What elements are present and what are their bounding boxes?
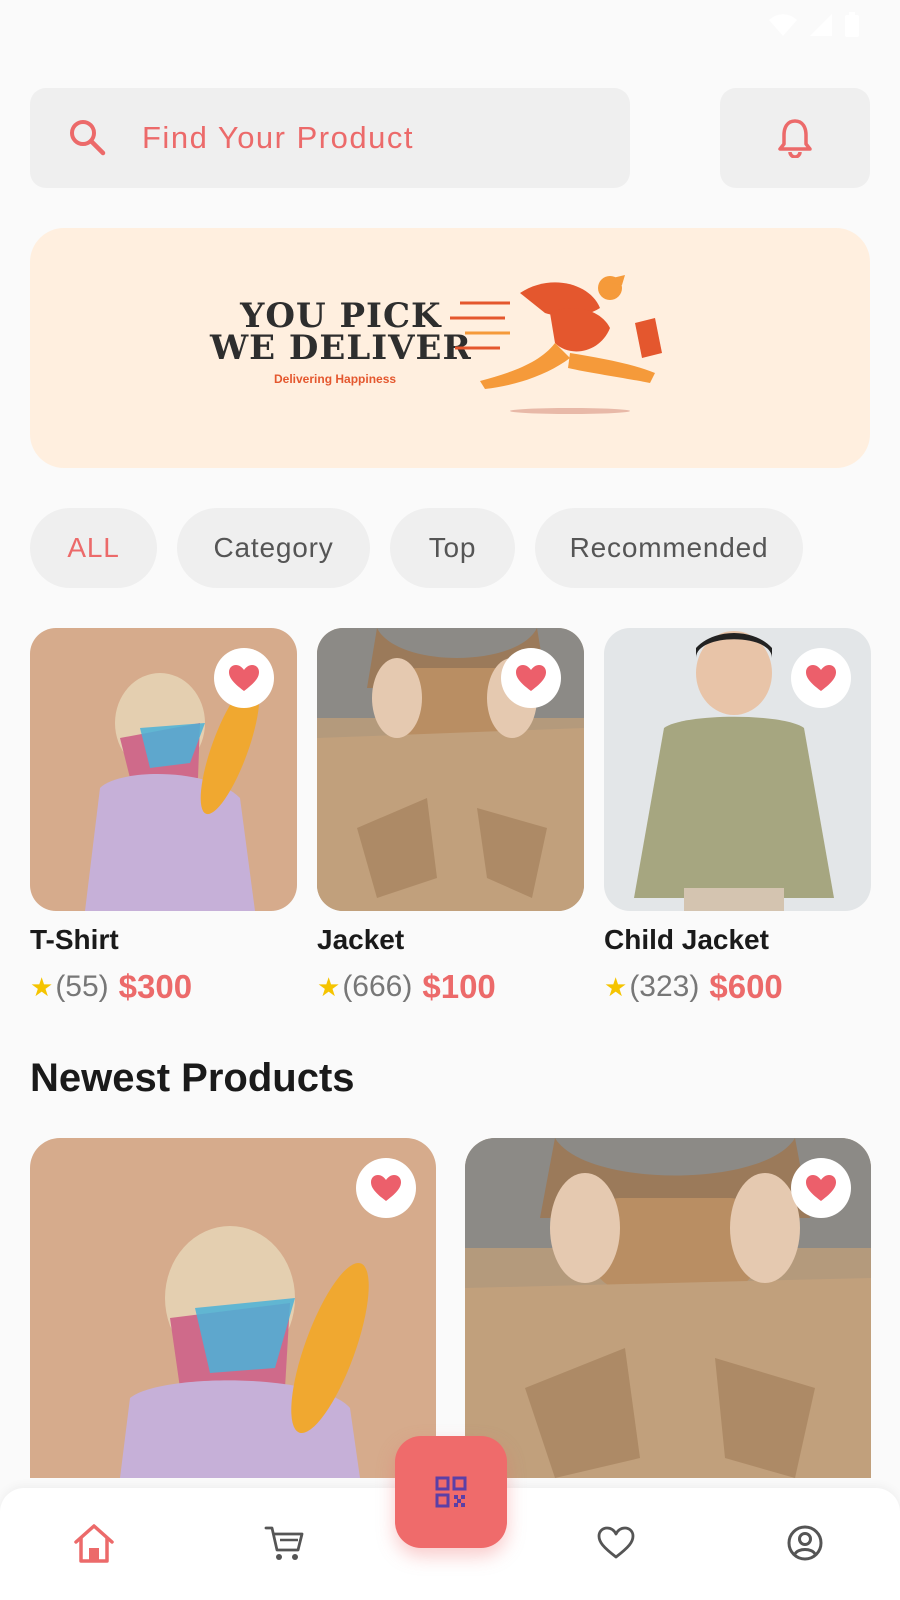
chip-recommended[interactable]: Recommended (535, 508, 803, 588)
notification-button[interactable] (720, 88, 870, 188)
star-icon: ★ (30, 971, 54, 1002)
banner-title: YOU PICK WE DELIVER (210, 299, 472, 368)
nav-cart[interactable] (259, 1518, 309, 1568)
scan-qr-button[interactable] (395, 1436, 507, 1548)
product-image[interactable] (317, 628, 584, 911)
product-price: $600 (709, 968, 783, 1005)
heart-icon (371, 1175, 401, 1201)
status-bar: 11:48 (0, 0, 900, 50)
review-count: (323) (629, 970, 700, 1003)
search-box[interactable] (30, 88, 630, 188)
product-name: Child Jacket (604, 924, 769, 955)
battery-icon (845, 12, 859, 37)
review-count: (55) (55, 970, 109, 1003)
search-icon (70, 120, 106, 156)
cart-icon (264, 1526, 304, 1560)
chip-category[interactable]: Category (177, 508, 370, 588)
product-image[interactable] (604, 628, 871, 911)
heart-icon (229, 665, 259, 691)
profile-icon (787, 1525, 823, 1561)
product-image[interactable] (30, 628, 297, 911)
chip-all[interactable]: ALL (30, 508, 157, 588)
review-count: (666) (342, 970, 413, 1003)
search-input[interactable] (142, 112, 602, 164)
product-meta: ★ (55) $300 (30, 968, 192, 1006)
favorite-button[interactable] (214, 648, 274, 708)
heart-icon (516, 665, 546, 691)
favorite-button[interactable] (501, 648, 561, 708)
nav-home[interactable] (69, 1518, 119, 1568)
product-price: $300 (118, 968, 193, 1005)
favorite-button[interactable] (356, 1158, 416, 1218)
favorite-button[interactable] (791, 1158, 851, 1218)
favorite-button[interactable] (791, 648, 851, 708)
star-icon: ★ (317, 971, 341, 1002)
signal-icon (810, 14, 832, 36)
status-time: 11:48 (30, 10, 111, 43)
status-icons (768, 12, 860, 38)
heart-outline-icon (597, 1526, 635, 1559)
product-price: $100 (422, 968, 496, 1005)
heart-icon (806, 665, 836, 691)
banner-tagline: Delivering Happiness (274, 372, 397, 386)
product-meta: ★ (323) $600 (604, 968, 783, 1006)
product-meta: ★ (666) $100 (317, 968, 496, 1006)
newest-product-card[interactable] (30, 1138, 436, 1478)
nav-favorites[interactable] (591, 1518, 641, 1568)
chip-top[interactable]: Top (390, 508, 515, 588)
delivery-runner-illustration (450, 275, 662, 414)
promo-banner[interactable]: YOU PICK WE DELIVER Delivering Happiness (30, 228, 870, 468)
newest-product-card[interactable] (465, 1138, 871, 1478)
banner-line-2: WE DELIVER (210, 328, 472, 368)
product-name: Jacket (317, 924, 405, 955)
home-icon (74, 1524, 114, 1563)
product-name: T-Shirt (30, 924, 119, 955)
wifi-icon (769, 14, 797, 36)
nav-profile[interactable] (780, 1518, 830, 1568)
section-title-newest: Newest Products (30, 1056, 355, 1100)
qr-code-icon (435, 1476, 467, 1508)
bell-icon (778, 119, 812, 158)
star-icon: ★ (604, 971, 628, 1002)
heart-icon (806, 1175, 836, 1201)
